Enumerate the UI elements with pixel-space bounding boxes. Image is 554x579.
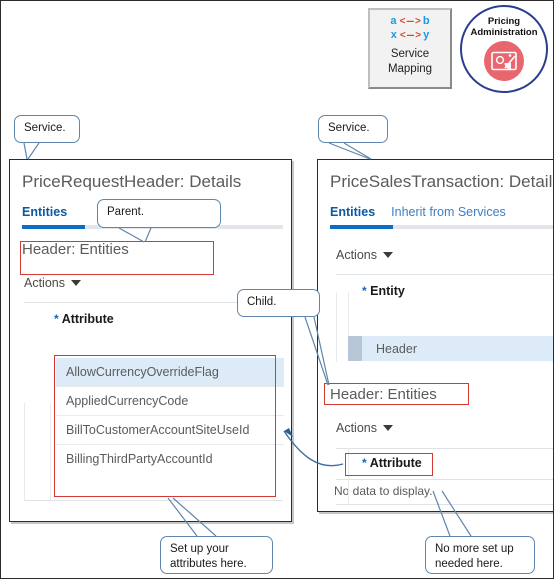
table-row[interactable]: Header [348, 336, 553, 361]
callout-set-up-attributes: Set up your attributes here. [160, 536, 273, 574]
list-item[interactable]: AppliedCurrencyCode [56, 387, 284, 416]
callout-child: Child. [237, 289, 320, 317]
right-panel-rail-bottom [348, 448, 349, 505]
left-panel-subheader: Header: Entities [22, 241, 129, 258]
list-item[interactable]: BillToCustomerAccountSiteUseId [56, 416, 284, 445]
right-panel-title: PriceSalesTransaction: Details [330, 172, 554, 191]
left-panel-attribute-column-label: Attribute [61, 312, 114, 326]
chevron-down-icon [383, 425, 393, 431]
right-panel-tab-active-indicator [330, 225, 393, 229]
pricing-admin-title-line-1: Pricing [487, 16, 521, 27]
right-panel-attribute-column-label: Attribute [369, 456, 422, 470]
right-panel-rail-top [336, 292, 337, 362]
tab-entities-right[interactable]: Entities [330, 205, 375, 219]
service-mapping-label-line-1: Service [390, 48, 430, 60]
callout-service-right: Service. [318, 115, 388, 143]
sm-code-1-left: a [390, 15, 397, 27]
callout-parent-text: Parent. [107, 206, 145, 218]
left-panel-tab-active-indicator [22, 225, 85, 229]
right-panel-subheader: Header: Entities [330, 386, 437, 403]
list-item[interactable]: BillingThirdPartyAccountId [56, 445, 284, 473]
list-item[interactable]: AllowCurrencyOverrideFlag [56, 358, 284, 387]
sm-code-1-op: < --- > [399, 16, 421, 27]
callout-service-right-text: Service. [328, 122, 370, 134]
callout-child-text: Child. [247, 296, 277, 308]
chevron-down-icon [383, 252, 393, 258]
callout-no-more-setup-line-2: needed here. [435, 558, 503, 570]
service-mapping-code-line-2: x < --- > y [370, 29, 450, 42]
left-panel-rail-inner [50, 403, 51, 501]
diagram-canvas: a < --- > b x < --- > y Service Mapping … [0, 0, 554, 579]
callout-set-up-attributes-line-2: attributes here. [170, 558, 247, 570]
left-panel-actions-label: Actions [24, 276, 65, 290]
pricing-administration-icon [484, 41, 524, 81]
service-mapping-label-line-2: Mapping [387, 63, 433, 75]
chevron-down-icon [71, 280, 81, 286]
right-panel-tab-underline [330, 225, 553, 229]
callout-service-left: Service. [14, 115, 80, 143]
right-panel-actions-menu-bottom[interactable]: Actions [336, 421, 393, 435]
tab-inherit-from-services[interactable]: Inherit from Services [391, 205, 506, 219]
price-sales-transaction-details-panel: PriceSalesTransaction: Details Entities … [317, 159, 554, 512]
right-panel-actions-menu-top[interactable]: Actions [336, 248, 553, 262]
callout-parent: Parent. [97, 199, 221, 228]
right-panel-tabstrip: Entities Inherit from Services [318, 201, 553, 219]
required-marker-icon: * [362, 456, 367, 470]
service-mapping-code-line-1: a < --- > b [370, 15, 450, 28]
right-panel-no-data-divider [336, 479, 553, 480]
left-panel-title: PriceRequestHeader: Details [22, 172, 242, 191]
entity-row-label: Header [376, 341, 417, 356]
required-marker-icon: * [362, 284, 367, 298]
required-marker-icon: * [54, 312, 59, 326]
row-selector-handle[interactable] [348, 336, 362, 361]
right-panel-actions-label-bottom: Actions [336, 421, 377, 435]
left-panel-actions-menu[interactable]: Actions [24, 276, 291, 290]
pricing-admin-title-line-2: Administration [470, 27, 538, 38]
right-panel-entity-column-header: * Entity [362, 284, 553, 298]
sm-code-2-left: x [390, 29, 397, 41]
callout-no-more-setup: No more set up needed here. [425, 536, 535, 574]
left-panel-rail-outer [24, 403, 25, 501]
sm-code-2-right: y [423, 29, 430, 41]
service-mapping-tile: a < --- > b x < --- > y Service Mapping [368, 8, 452, 89]
right-panel-bottom-divider [336, 504, 553, 505]
tab-entities-left[interactable]: Entities [22, 205, 67, 219]
right-panel-rail-inner [348, 292, 349, 336]
right-panel-grid-divider-bottom [336, 448, 553, 449]
callout-set-up-attributes-line-1: Set up your [170, 543, 229, 555]
right-panel-attribute-column-header: * Attribute [362, 456, 422, 470]
callout-service-left-text: Service. [24, 122, 66, 134]
callout-no-more-setup-line-1: No more set up [435, 543, 514, 555]
left-panel-bottom-divider [24, 500, 283, 501]
right-panel-actions-label-top: Actions [336, 248, 377, 262]
sm-code-2-op: < --- > [399, 30, 421, 41]
right-panel-grid-divider-top [336, 274, 553, 275]
left-panel-attribute-list: AllowCurrencyOverrideFlag AppliedCurrenc… [56, 358, 284, 473]
sm-code-1-right: b [422, 15, 430, 27]
pricing-administration-badge: Pricing Administration [460, 5, 548, 93]
right-panel-entity-column-label: Entity [370, 284, 405, 298]
